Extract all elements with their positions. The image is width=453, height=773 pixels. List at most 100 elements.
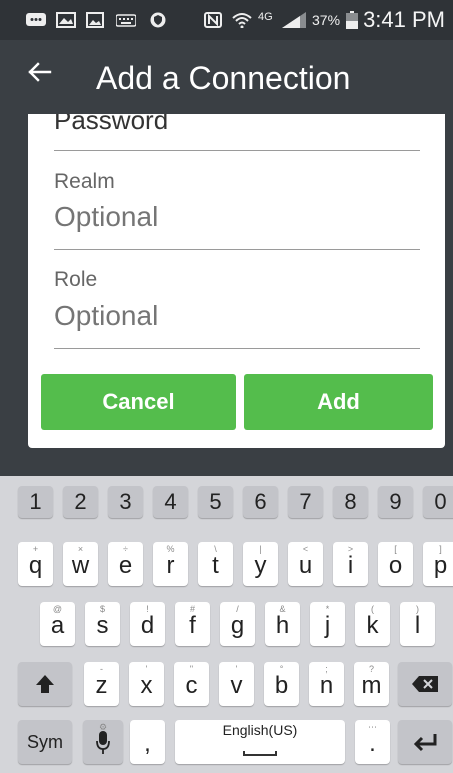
key-label: c — [185, 672, 198, 699]
number-key[interactable]: 9 — [378, 486, 413, 518]
key-label: p — [433, 552, 448, 579]
letter-key[interactable]: ] p — [423, 542, 453, 586]
backspace-key[interactable] — [398, 662, 452, 706]
page-title: Add a Connection — [96, 60, 351, 96]
number-key[interactable]: 1 — [18, 486, 53, 518]
realm-label: Realm — [54, 170, 115, 193]
key-label: x — [140, 672, 153, 699]
key-label: m — [361, 672, 382, 699]
message-icon — [26, 13, 46, 26]
letter-key[interactable]: ' x — [129, 662, 164, 706]
role-label: Role — [54, 268, 98, 291]
wifi-icon — [232, 13, 252, 28]
key-label: a — [50, 612, 65, 639]
arrow-left-icon[interactable] — [24, 56, 56, 88]
key-hint: ° — [279, 664, 284, 674]
key-label: k — [366, 612, 379, 639]
key-label: t — [212, 552, 219, 579]
cancel-button[interactable]: Cancel — [41, 374, 236, 430]
letter-key[interactable]: \ t — [198, 542, 233, 586]
signal-icon — [282, 12, 306, 28]
key-hint: & — [279, 604, 286, 614]
space-bar[interactable]: English(US) — [175, 720, 345, 764]
letter-key[interactable]: > i — [333, 542, 368, 586]
letter-key[interactable]: -z — [84, 662, 119, 706]
key-hint: ? — [368, 664, 374, 674]
realm-input[interactable] — [54, 200, 420, 234]
letter-key[interactable]: ! d — [130, 602, 165, 646]
letter-key[interactable]: & h — [265, 602, 300, 646]
soft-keyboard: 1234567890 + q × w ÷ e% r \ t | y < u > i[o] p @ a $ s! d # f… — [0, 476, 453, 773]
role-divider — [54, 348, 420, 349]
key-hint: \ — [214, 544, 217, 554]
number-key[interactable]: 2 — [63, 486, 98, 518]
key-hint: ) — [416, 604, 419, 614]
password-label: Password — [54, 114, 169, 135]
network-type: 4G — [258, 11, 273, 23]
sym-key[interactable]: Sym — [18, 720, 72, 764]
key-label: z — [95, 672, 108, 699]
app-bar: Add a Connection — [0, 40, 453, 114]
letter-key[interactable]: ° b — [264, 662, 299, 706]
letter-key[interactable]: * j — [310, 602, 345, 646]
enter-icon — [413, 734, 437, 752]
settings-hint: ⚙ — [98, 722, 108, 732]
letter-key[interactable]: | y — [243, 542, 278, 586]
gallery-icon — [56, 12, 76, 28]
letter-key[interactable]: % r — [153, 542, 188, 586]
add-button[interactable]: Add — [244, 374, 433, 430]
letter-key[interactable]: ; n — [309, 662, 344, 706]
role-input[interactable] — [54, 299, 420, 333]
comma-key[interactable]: , — [130, 720, 165, 764]
number-key[interactable]: 6 — [243, 486, 278, 518]
key-hint: < — [302, 544, 309, 554]
number-key[interactable]: 0 — [423, 486, 453, 518]
key-hint: * — [325, 604, 330, 614]
key-label: f — [189, 612, 196, 639]
number-key[interactable]: 4 — [153, 486, 188, 518]
letter-key[interactable]: ? m — [354, 662, 389, 706]
number-key[interactable]: 5 — [198, 486, 233, 518]
key-label: g — [230, 612, 245, 639]
key-label: v — [230, 672, 243, 699]
battery-percent: 37% — [312, 12, 341, 28]
shift-key[interactable] — [18, 662, 72, 706]
period-key[interactable]: ⋯ . — [355, 720, 390, 764]
space-icon — [243, 751, 277, 756]
key-hint: ÷ — [123, 544, 128, 554]
letter-key[interactable]: (k — [355, 602, 390, 646]
letter-key[interactable]: # f — [175, 602, 210, 646]
letter-key[interactable]: ' v — [219, 662, 254, 706]
key-label: w — [71, 552, 90, 579]
letter-key[interactable]: [o — [378, 542, 413, 586]
letter-key[interactable]: ) l — [400, 602, 435, 646]
key-hint: @ — [52, 604, 63, 614]
number-key[interactable]: 8 — [333, 486, 368, 518]
enter-key[interactable] — [398, 720, 452, 764]
key-label: b — [274, 672, 289, 699]
letter-key[interactable]: @ a — [40, 602, 75, 646]
key-label: y — [254, 552, 267, 579]
mic-key[interactable]: ⚙ — [83, 720, 123, 764]
key-hint: % — [166, 544, 175, 554]
microphone-icon — [96, 731, 110, 754]
letter-key[interactable]: ÷ e — [108, 542, 143, 586]
letter-key[interactable]: / g — [220, 602, 255, 646]
key-label: r — [166, 552, 175, 579]
number-key[interactable]: 3 — [108, 486, 143, 518]
key-hint: - — [100, 664, 103, 674]
key-label: h — [275, 612, 290, 639]
backspace-icon — [412, 676, 438, 692]
key-label: s — [96, 612, 109, 639]
key-hint: × — [77, 544, 84, 554]
key-hint: | — [259, 544, 262, 554]
space-language-label: English(US) — [222, 722, 298, 738]
letter-key[interactable]: × w — [63, 542, 98, 586]
period-label: . — [369, 730, 376, 757]
period-hint: ⋯ — [368, 722, 377, 732]
letter-key[interactable]: + q — [18, 542, 53, 586]
letter-key[interactable]: $ s — [85, 602, 120, 646]
letter-key[interactable]: < u — [288, 542, 323, 586]
number-key[interactable]: 7 — [288, 486, 323, 518]
letter-key[interactable]: " c — [174, 662, 209, 706]
